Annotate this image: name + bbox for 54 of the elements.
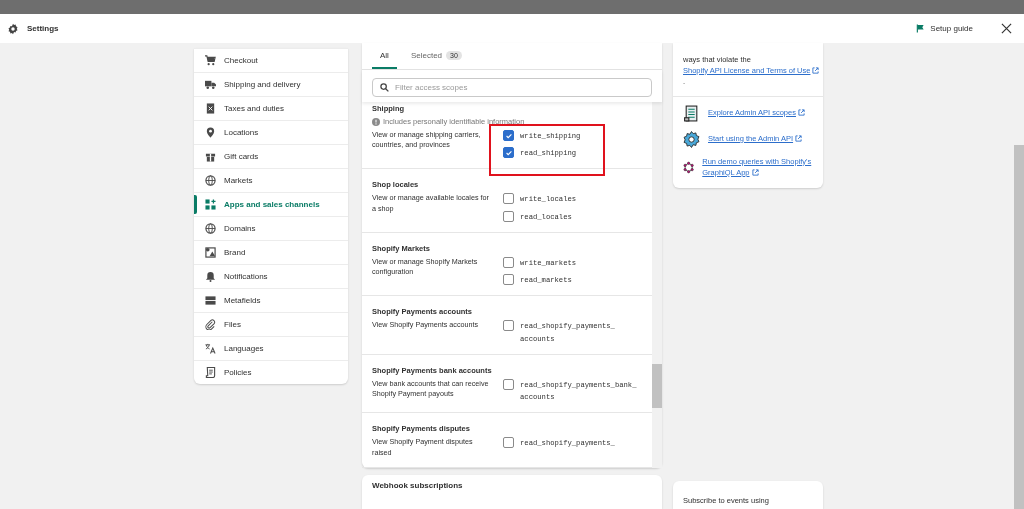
checkbox[interactable] [503,437,514,449]
checkbox[interactable] [503,320,514,332]
external-link-icon [797,108,805,116]
doc-icon [205,367,216,378]
external-link-icon [812,66,820,74]
gear-icon [683,130,700,148]
bell-icon [205,271,216,282]
clip-icon [205,319,216,330]
sidebar-item[interactable]: Domains [194,216,348,240]
cart-icon [205,55,216,66]
sidebar-item[interactable]: Metafields [194,288,348,312]
sidebar-item[interactable]: Notifications [194,264,348,288]
checkbox[interactable] [503,378,514,390]
receipt-icon [205,103,216,114]
lang-icon [205,343,216,354]
sidebar-item[interactable]: Brand [194,240,348,264]
truck-icon [205,79,216,90]
checkbox[interactable] [503,147,514,159]
globe-icon [205,223,216,234]
external-link-icon [795,134,803,142]
window-title: Settings [27,24,59,33]
checkbox[interactable] [503,130,514,141]
sidebar-item[interactable]: Locations [194,120,348,144]
sidebar-item[interactable]: Taxes and duties [194,96,348,120]
flag-icon [916,24,926,33]
gift-icon [205,151,216,162]
checkbox[interactable] [503,193,514,205]
search-icon [380,83,389,92]
close-icon[interactable] [1001,23,1012,34]
filter-tab[interactable]: All [372,43,397,69]
brand-icon [205,247,216,258]
sidebar-item[interactable]: Languages [194,336,348,360]
sidebar-item[interactable]: Shipping and delivery [194,72,348,96]
scrollbar[interactable] [652,102,662,469]
sidebar-item[interactable]: Policies [194,360,348,384]
sidebar-item[interactable]: Apps and sales channels [194,192,348,216]
checkbox[interactable] [503,210,514,222]
settings-icon [7,22,19,35]
card-title: Webhook subscriptions [372,481,464,491]
globe-icon [205,175,216,186]
search-field[interactable]: Filter access scopes [372,78,652,97]
info-icon [372,117,380,126]
scroll-icon [683,104,700,122]
apps-icon [205,199,216,210]
pin-icon [205,127,216,138]
checkbox[interactable] [503,274,514,286]
checkbox[interactable] [503,256,514,268]
sidebar-item[interactable]: Checkout [194,48,348,72]
sidebar-item[interactable]: Files [194,312,348,336]
setup-guide-button[interactable]: Setup guide [916,24,973,33]
external-link-icon [751,168,759,176]
sidebar-item[interactable]: Gift cards [194,144,348,168]
sidebar-item[interactable]: Markets [194,168,348,192]
network-icon [683,159,695,176]
